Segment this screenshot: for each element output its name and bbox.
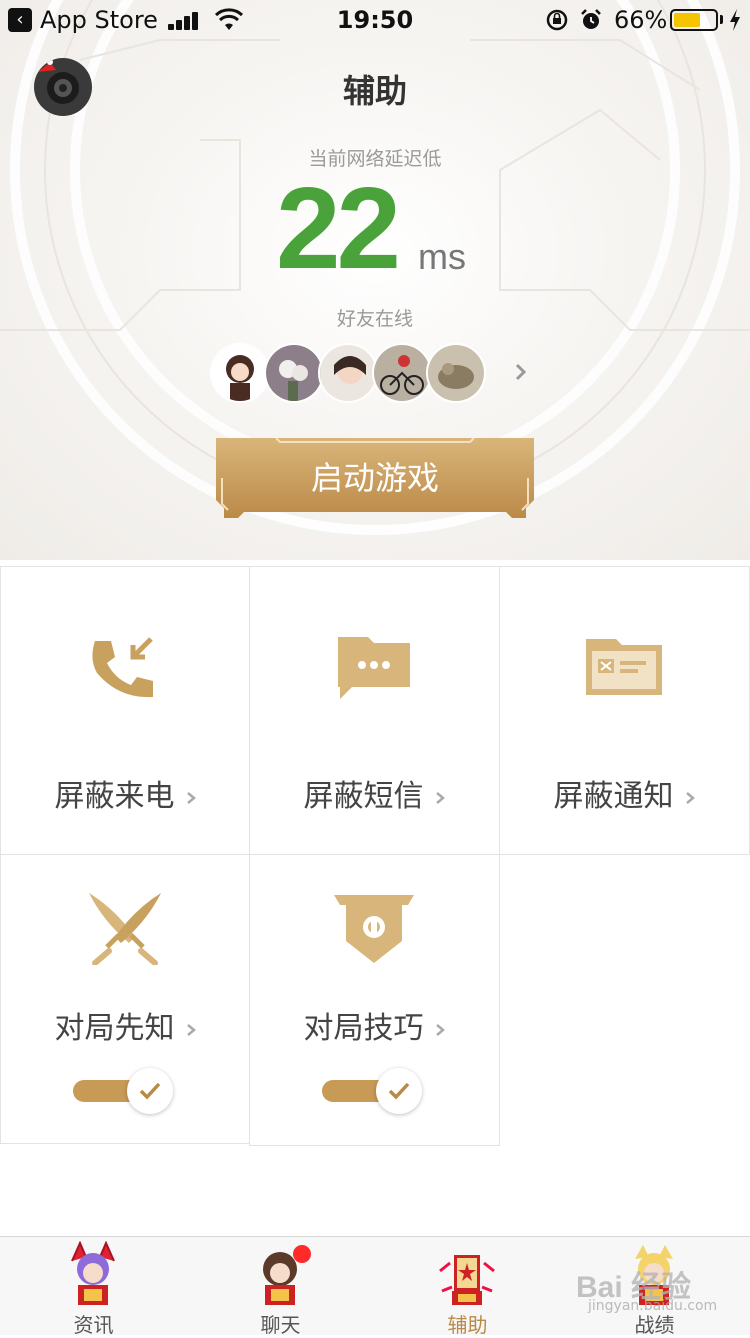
status-bar: ‹ App Store 19:50 66% — [0, 0, 750, 40]
block-calls-label: 屏蔽来电 — [1, 771, 250, 815]
message-icon — [338, 637, 410, 699]
incoming-call-icon — [92, 637, 153, 698]
latency-unit: ms — [418, 236, 466, 277]
battery-percent: 66% — [614, 6, 668, 34]
friends-online-label: 好友在线 — [336, 308, 413, 330]
match-tips-card[interactable]: 对局技巧 — [249, 854, 500, 1146]
friend-avatar[interactable] — [426, 343, 486, 403]
block-notifications-card[interactable]: 屏蔽通知 — [499, 566, 750, 855]
launch-game-button[interactable]: 启动游戏 — [216, 438, 534, 520]
banner-icon — [334, 895, 414, 963]
page-title: 辅助 — [342, 72, 407, 110]
feature-grid: 屏蔽来电 屏蔽短信 屏蔽通知 对局先知 对局技巧 — [0, 566, 750, 1146]
watermark-url: jingyan.baidu.com — [588, 1298, 718, 1314]
block-notifications-text: 屏蔽通知 — [553, 779, 674, 814]
charging-bolt-icon — [730, 9, 740, 31]
battery-icon — [670, 9, 718, 31]
match-tips-text: 对局技巧 — [303, 1011, 424, 1046]
assist-scroll-icon — [439, 1255, 495, 1305]
battery-tip — [720, 15, 723, 24]
match-foresight-card[interactable]: 对局先知 — [0, 854, 250, 1144]
match-foresight-text: 对局先知 — [54, 1011, 175, 1046]
toggle-knob — [127, 1068, 173, 1114]
friend-avatar[interactable] — [318, 343, 378, 403]
news-hero-icon — [71, 1241, 115, 1305]
crossed-swords-icon — [89, 893, 161, 965]
alarm-icon — [581, 9, 601, 29]
block-sms-text: 屏蔽短信 — [303, 779, 424, 814]
toggle-knob — [376, 1068, 422, 1114]
match-foresight-label: 对局先知 — [1, 1003, 250, 1047]
chevron-right-icon — [435, 1023, 445, 1036]
match-tips-label: 对局技巧 — [250, 1003, 499, 1047]
chevron-right-icon — [685, 791, 695, 804]
battery-fill — [674, 13, 700, 27]
friends-more-chevron-icon[interactable] — [512, 360, 530, 384]
chevron-right-icon — [186, 791, 196, 804]
block-sms-label: 屏蔽短信 — [250, 771, 499, 815]
block-calls-text: 屏蔽来电 — [54, 779, 175, 814]
friend-avatar[interactable] — [264, 343, 324, 403]
match-foresight-toggle[interactable] — [73, 1067, 177, 1117]
friend-avatar[interactable] — [210, 343, 270, 403]
tab-chat[interactable]: 聊天 — [187, 1237, 374, 1337]
checkmark-icon — [388, 1082, 410, 1100]
block-calls-card[interactable]: 屏蔽来电 — [0, 566, 250, 855]
friend-avatar[interactable] — [372, 343, 432, 403]
chevron-right-icon — [186, 1023, 196, 1036]
tab-news[interactable]: 资讯 — [0, 1237, 187, 1337]
chat-unread-badge — [293, 1245, 311, 1263]
block-sms-card[interactable]: 屏蔽短信 — [249, 566, 500, 855]
chevron-right-icon — [435, 791, 445, 804]
latency-value: 22 — [276, 163, 401, 293]
checkmark-icon — [139, 1082, 161, 1100]
rotation-lock-icon — [546, 9, 568, 31]
match-tips-toggle[interactable] — [322, 1067, 426, 1117]
tab-assist[interactable]: 辅助 — [374, 1237, 561, 1337]
notification-card-icon — [586, 639, 662, 695]
block-notifications-label: 屏蔽通知 — [500, 771, 749, 815]
